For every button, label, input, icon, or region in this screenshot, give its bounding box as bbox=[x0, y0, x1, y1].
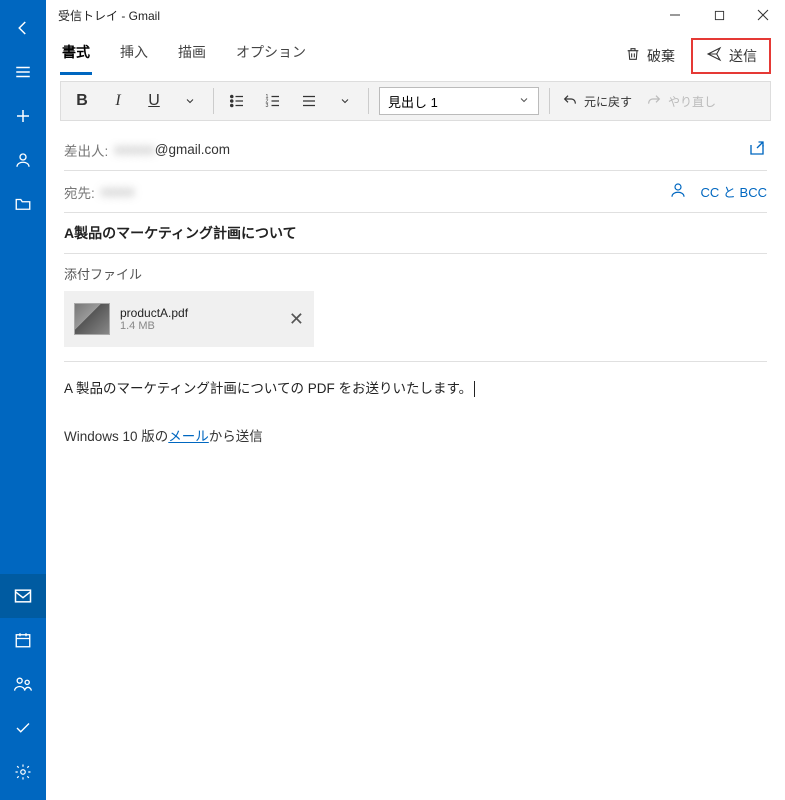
align-button[interactable] bbox=[292, 84, 326, 118]
trash-icon bbox=[625, 45, 641, 66]
from-value-domain: @gmail.com bbox=[155, 142, 230, 157]
from-value-hidden: xxxxxx bbox=[114, 142, 155, 157]
close-button[interactable] bbox=[741, 0, 785, 30]
toolbar-separator bbox=[549, 88, 550, 114]
attachment-section: 添付ファイル productA.pdf 1.4 MB ✕ bbox=[46, 254, 785, 347]
text-cursor bbox=[474, 381, 475, 397]
menu-button[interactable] bbox=[0, 50, 46, 94]
signature: Windows 10 版のメールから送信 bbox=[64, 424, 767, 450]
send-button[interactable]: 送信 bbox=[691, 38, 771, 74]
chevron-down-icon bbox=[518, 94, 530, 109]
window-title: 受信トレイ - Gmail bbox=[58, 7, 160, 24]
tab-format[interactable]: 書式 bbox=[60, 36, 92, 75]
ribbon: 書式 挿入 描画 オプション 破棄 送信 bbox=[46, 30, 785, 75]
app-rail bbox=[0, 0, 46, 800]
discard-button[interactable]: 破棄 bbox=[613, 39, 687, 72]
subject-input[interactable] bbox=[64, 223, 767, 243]
subject-row bbox=[64, 213, 767, 254]
format-toolbar: B I U 123 見出し 1 元に戻す bbox=[60, 81, 771, 121]
italic-button[interactable]: I bbox=[101, 84, 135, 118]
maximize-button[interactable] bbox=[697, 0, 741, 30]
message-body[interactable]: A 製品のマーケティング計画についての PDF をお送りいたします。 Windo… bbox=[46, 362, 785, 463]
popout-icon[interactable] bbox=[747, 139, 767, 160]
settings-nav-button[interactable] bbox=[0, 750, 46, 794]
font-more-button[interactable] bbox=[173, 84, 207, 118]
paragraph-more-button[interactable] bbox=[328, 84, 362, 118]
svg-text:3: 3 bbox=[266, 103, 269, 109]
tab-options[interactable]: オプション bbox=[234, 36, 308, 75]
attachment-name: productA.pdf bbox=[120, 306, 188, 320]
contacts-icon[interactable] bbox=[669, 181, 687, 202]
undo-button[interactable]: 元に戻す bbox=[556, 93, 638, 110]
discard-label: 破棄 bbox=[647, 46, 675, 66]
style-select-value: 見出し 1 bbox=[388, 92, 438, 111]
redo-label: やり直し bbox=[668, 93, 716, 110]
bold-button[interactable]: B bbox=[65, 84, 99, 118]
to-row[interactable]: 宛先: xxxxx CC と BCC bbox=[64, 171, 767, 213]
titlebar: 受信トレイ - Gmail bbox=[46, 0, 785, 30]
todo-nav-button[interactable] bbox=[0, 706, 46, 750]
undo-label: 元に戻す bbox=[584, 93, 632, 110]
ribbon-tabs: 書式 挿入 描画 オプション bbox=[60, 36, 308, 75]
back-button[interactable] bbox=[0, 6, 46, 50]
send-label: 送信 bbox=[729, 46, 757, 66]
accounts-button[interactable] bbox=[0, 138, 46, 182]
header-fields: 差出人: xxxxxx @gmail.com 宛先: xxxxx CC と BC… bbox=[46, 121, 785, 254]
minimize-button[interactable] bbox=[653, 0, 697, 30]
people-nav-button[interactable] bbox=[0, 662, 46, 706]
tab-insert[interactable]: 挿入 bbox=[118, 36, 150, 75]
send-icon bbox=[705, 46, 723, 65]
bullet-list-button[interactable] bbox=[220, 84, 254, 118]
from-row: 差出人: xxxxxx @gmail.com bbox=[64, 129, 767, 171]
signature-suffix: から送信 bbox=[209, 429, 263, 444]
mail-nav-button[interactable] bbox=[0, 574, 46, 618]
compose-pane: 受信トレイ - Gmail 書式 挿入 描画 オプション bbox=[46, 0, 785, 800]
folders-button[interactable] bbox=[0, 182, 46, 226]
remove-attachment-button[interactable]: ✕ bbox=[289, 309, 304, 330]
toolbar-separator bbox=[368, 88, 369, 114]
signature-link[interactable]: メール bbox=[168, 429, 209, 444]
style-select[interactable]: 見出し 1 bbox=[379, 87, 539, 115]
tab-draw[interactable]: 描画 bbox=[176, 36, 208, 75]
new-mail-button[interactable] bbox=[0, 94, 46, 138]
from-label: 差出人: bbox=[64, 140, 108, 160]
cc-bcc-button[interactable]: CC と BCC bbox=[701, 182, 767, 201]
attachment-size: 1.4 MB bbox=[120, 320, 188, 332]
toolbar-separator bbox=[213, 88, 214, 114]
to-label: 宛先: bbox=[64, 182, 95, 202]
numbered-list-button[interactable]: 123 bbox=[256, 84, 290, 118]
attachment-section-label: 添付ファイル bbox=[64, 264, 767, 283]
to-value-hidden: xxxxx bbox=[101, 184, 135, 199]
attachment-card[interactable]: productA.pdf 1.4 MB ✕ bbox=[64, 291, 314, 347]
redo-button[interactable]: やり直し bbox=[640, 93, 722, 110]
signature-prefix: Windows 10 版の bbox=[64, 429, 168, 444]
body-text: A 製品のマーケティング計画についての PDF をお送りいたします。 bbox=[64, 381, 472, 396]
attachment-thumbnail bbox=[74, 303, 110, 335]
underline-button[interactable]: U bbox=[137, 84, 171, 118]
calendar-nav-button[interactable] bbox=[0, 618, 46, 662]
